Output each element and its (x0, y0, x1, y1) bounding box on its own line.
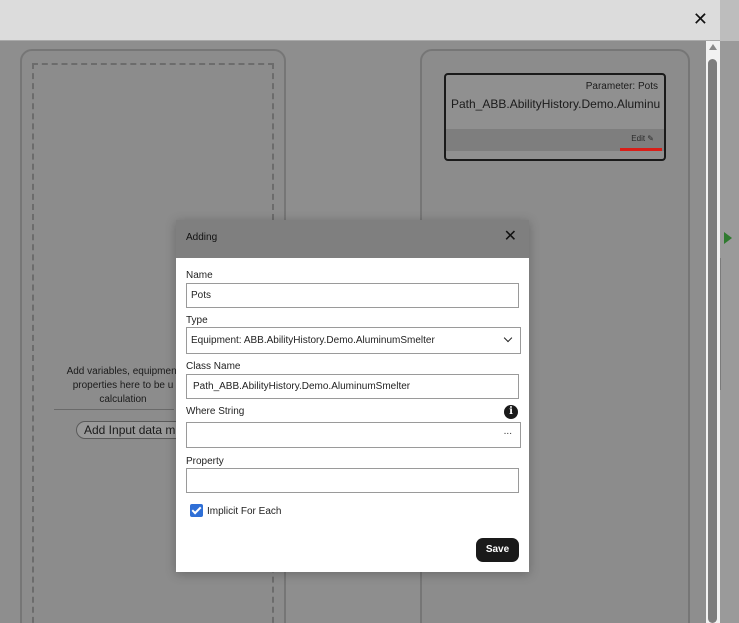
adding-dialog: Adding ✕ Name Pots Type Equipment: ABB.A… (176, 220, 529, 572)
expand-arrow-icon[interactable] (724, 232, 732, 244)
implicit-for-each-checkbox[interactable] (190, 504, 203, 517)
hint-line-3: calculation (99, 394, 147, 405)
type-select-value: Equipment: ABB.AbilityHistory.Demo.Alumi… (191, 335, 435, 346)
property-label: Property (186, 456, 224, 467)
where-string-input[interactable]: ... (186, 422, 521, 448)
edit-highlight-underline (620, 148, 662, 151)
where-string-browse-button[interactable]: ... (504, 423, 512, 443)
hint-line-2: properties here to be u (72, 380, 174, 391)
name-input[interactable]: Pots (186, 283, 519, 308)
type-select[interactable]: Equipment: ABB.AbilityHistory.Demo.Alumi… (186, 327, 521, 354)
add-input-data-button[interactable]: Add Input data m (76, 421, 186, 439)
window-topbar: ✕ (0, 0, 720, 41)
class-name-label: Class Name (186, 361, 241, 372)
hint-line-1: Add variables, equipment (66, 366, 180, 377)
edit-parameter-button[interactable]: Edit ✎ (631, 134, 654, 143)
info-icon[interactable]: i (504, 405, 518, 419)
property-input[interactable] (186, 468, 519, 493)
type-label: Type (186, 315, 208, 326)
dialog-title: Adding (186, 232, 218, 243)
chevron-down-icon (503, 333, 513, 343)
where-string-label: Where String (186, 406, 245, 417)
scroll-up-arrow-icon[interactable] (709, 44, 717, 50)
side-divider (720, 258, 739, 390)
save-button[interactable]: Save (476, 538, 519, 562)
window-close-icon[interactable]: ✕ (693, 10, 708, 28)
implicit-for-each-label[interactable]: Implicit For Each (207, 506, 281, 517)
parameter-label: Parameter: Pots (585, 81, 658, 92)
vertical-scrollbar[interactable] (706, 41, 720, 623)
dialog-header: Adding ✕ (176, 220, 529, 258)
scroll-thumb[interactable] (708, 59, 717, 623)
hint-divider (54, 409, 174, 410)
parameter-card[interactable]: Parameter: Pots Path_ABB.AbilityHistory.… (444, 73, 666, 161)
dialog-close-icon[interactable]: ✕ (504, 229, 517, 245)
name-label: Name (186, 270, 213, 281)
parameter-value: Path_ABB.AbilityHistory.Demo.Aluminu (451, 97, 661, 111)
input-hint-text: Add variables, equipment properties here… (58, 365, 188, 407)
class-name-input[interactable]: Path_ABB.AbilityHistory.Demo.AluminumSme… (186, 374, 519, 399)
